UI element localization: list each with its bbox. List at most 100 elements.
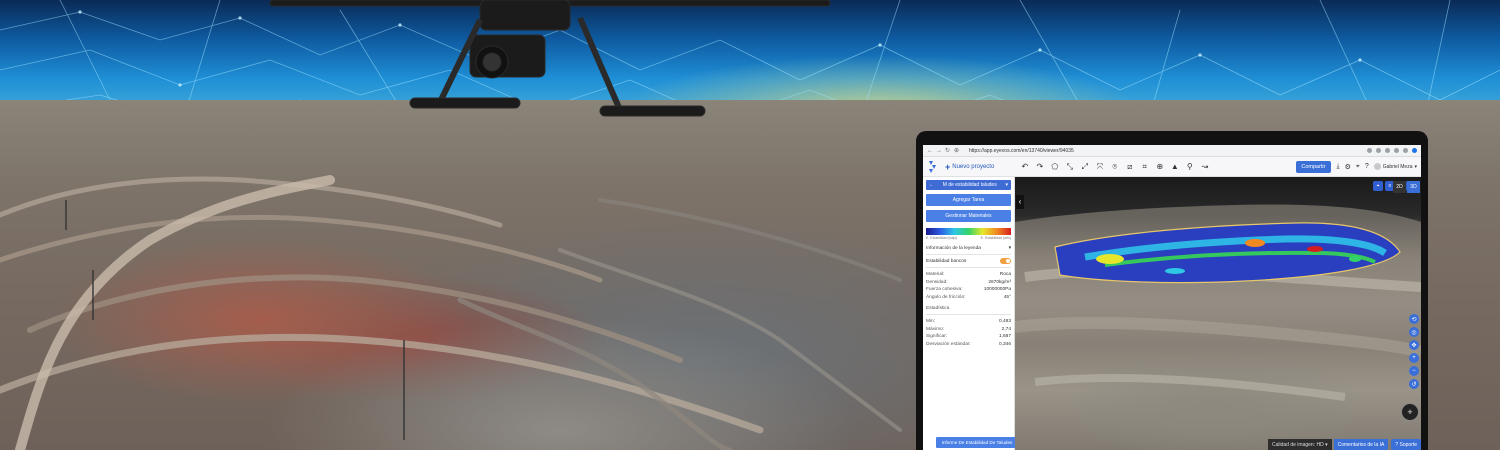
path-icon[interactable]: ↝: [1200, 162, 1209, 172]
viewport-bottom-bar: Calidad de imagen: HD ▾ Comentarios de l…: [1015, 439, 1421, 450]
reload-icon[interactable]: ↻: [945, 148, 951, 154]
side-panel: ← M de estabilidad taludes ▾ Agregar Tar…: [923, 177, 1018, 450]
new-project-label: Nuevo proyecto: [952, 163, 995, 170]
property-key: Fuerza cohesiva:: [926, 287, 963, 292]
scale-high-label: E. Estabilidad (alto): [980, 236, 1011, 240]
extension-icon[interactable]: [1394, 148, 1399, 153]
user-menu[interactable]: Gabriel Meza ▾: [1373, 163, 1417, 170]
ai-comments-button[interactable]: Comentarios de la IA: [1333, 439, 1389, 450]
new-project-button[interactable]: + Nuevo proyecto: [945, 162, 994, 172]
stat-key: Min:: [926, 319, 936, 324]
app-screen: ← → ↻ ⊕ https://app.eyevos.com/en/13740/…: [923, 145, 1421, 450]
chart-icon[interactable]: ⧄: [1125, 162, 1134, 172]
pentagon-icon[interactable]: ⬠: [1050, 162, 1059, 172]
stat-value: 0,346: [998, 341, 1011, 347]
extension-icon[interactable]: [1385, 148, 1390, 153]
stat-row: Significar: 1,687: [926, 333, 1011, 341]
layer-toggle-row: Estabilidad bancos: [926, 258, 1011, 264]
volume-icon[interactable]: ⤧: [1095, 162, 1104, 172]
stat-row: Min: 0,483: [926, 318, 1011, 326]
pit-model: [1015, 204, 1421, 450]
app-logo-icon: [929, 160, 936, 173]
3d-viewport[interactable]: ‹ ⌖ ≡ ◉ 2D 3D ⟲ ◎ ✥ + − ↺ ✛: [1015, 177, 1421, 450]
support-button[interactable]: ? Soporte: [1391, 439, 1421, 450]
expand-icon[interactable]: ⤡: [1065, 162, 1074, 172]
layer-visibility-toggle[interactable]: [1000, 258, 1011, 264]
location-icon[interactable]: ⌖: [1373, 181, 1383, 191]
stat-key: Significar:: [926, 334, 948, 339]
mode-2d-button[interactable]: 2D: [1393, 181, 1406, 193]
eye-icon[interactable]: ◎: [1409, 327, 1419, 337]
property-row: Ángulo de fricción: 45°: [926, 294, 1011, 302]
orbit-icon[interactable]: ⟲: [1409, 314, 1419, 324]
stat-value: 2,74: [1001, 326, 1011, 332]
property-key: Ángulo de fricción:: [926, 294, 966, 300]
redo-icon[interactable]: ↷: [1035, 162, 1044, 172]
legend-info-row[interactable]: Información de la leyenda ▾: [926, 246, 1011, 251]
view-mode-switch: 2D 3D: [1393, 181, 1420, 193]
add-task-button[interactable]: Agregar Tarea: [926, 194, 1011, 206]
crop-icon[interactable]: ⌗: [1140, 162, 1149, 172]
stat-value: 1,687: [998, 334, 1011, 339]
stat-key: Máximo:: [926, 326, 945, 332]
property-key: Densidad:: [926, 279, 948, 285]
extension-icon[interactable]: [1403, 148, 1408, 153]
tool-strip: ↶ ↷ ⬠ ⤡ ⤢ ⤧ ⌾ ⧄ ⌗ ⊕ ▲ ⚲ ↝: [1020, 162, 1209, 172]
user-name: Gabriel Meza: [1382, 163, 1413, 170]
layer-select[interactable]: ← M de estabilidad taludes ▾: [926, 180, 1011, 190]
settings-icon[interactable]: ⚙: [1345, 163, 1351, 171]
stats-title: Estadística: [926, 306, 950, 311]
profile-icon[interactable]: [1412, 148, 1417, 153]
stat-value: 0,483: [998, 319, 1011, 324]
stability-color-scale: [926, 228, 1011, 235]
plus-icon: +: [945, 161, 951, 172]
property-key: Material:: [926, 272, 945, 277]
pin-icon[interactable]: ⌾: [1110, 162, 1119, 172]
property-value: 10000000Pa: [983, 287, 1011, 292]
download-icon[interactable]: ⤓: [1337, 163, 1340, 171]
sensor-icon[interactable]: ⚲: [1185, 162, 1194, 172]
help-icon[interactable]: ?: [1365, 163, 1369, 170]
extension-icon[interactable]: [1376, 148, 1381, 153]
address-bar[interactable]: https://app.eyevos.com/en/13740/viewer/9…: [969, 148, 1074, 154]
app-toolbar: + Nuevo proyecto ↶ ↷ ⬠ ⤡ ⤢ ⤧ ⌾ ⧄ ⌗ ⊕ ▲ ⚲…: [923, 157, 1421, 177]
chevron-down-icon: ▾: [1414, 163, 1417, 170]
forward-arrow-icon[interactable]: →: [936, 148, 942, 154]
reset-view-icon[interactable]: ↺: [1409, 379, 1419, 389]
share-button[interactable]: Compartir: [1296, 160, 1331, 173]
divider: [926, 314, 1011, 315]
mode-3d-button[interactable]: 3D: [1407, 181, 1420, 193]
back-arrow-icon[interactable]: ←: [929, 182, 934, 188]
stability-report-button[interactable]: Informe De Estabilidad De Taludes: [936, 437, 1018, 448]
layer-name: M de estabilidad taludes: [942, 182, 997, 188]
move-icon[interactable]: ✥: [1409, 340, 1419, 350]
extension-icon[interactable]: [1367, 148, 1372, 153]
zoom-in-icon[interactable]: +: [1409, 353, 1419, 363]
stat-row: Desviación estándar: 0,346: [926, 341, 1011, 349]
stat-key: Desviación estándar:: [926, 341, 971, 347]
material-properties: Material: Roca Densidad: 2670kg/m³ Fuerza …: [926, 271, 1011, 301]
image-quality-label: Calidad de imagen: HD: [1272, 441, 1324, 448]
target-icon[interactable]: ⊕: [1155, 162, 1164, 172]
zoom-out-icon[interactable]: −: [1409, 366, 1419, 376]
collapse-panel-button[interactable]: ‹: [1016, 195, 1024, 209]
divider: [926, 254, 1011, 255]
app-body: ← M de estabilidad taludes ▾ Agregar Tar…: [923, 177, 1421, 450]
manage-materials-button[interactable]: Gestionar Materiales: [926, 210, 1011, 222]
location-icon[interactable]: ⌖: [1356, 163, 1360, 171]
property-value: 2670kg/m³: [988, 279, 1011, 285]
scale-low-label: E. Estabilidad (bajo): [926, 236, 958, 240]
help-icon: ?: [1395, 441, 1399, 448]
mountain-icon[interactable]: ▲: [1170, 162, 1179, 172]
property-row: Fuerza cohesiva: 10000000Pa: [926, 286, 1011, 294]
layer-toggle-label: Estabilidad bancos: [926, 258, 967, 264]
site-info-icon[interactable]: ⊕: [954, 148, 960, 154]
image-quality-select[interactable]: Calidad de imagen: HD ▾: [1268, 439, 1332, 450]
property-row: Material: Roca: [926, 271, 1011, 279]
toolbar-right: ⤓ ⚙ ⌖ ? Gabriel Meza ▾: [1337, 163, 1418, 171]
compass-icon[interactable]: ✛: [1401, 403, 1419, 421]
undo-icon[interactable]: ↶: [1020, 162, 1029, 172]
back-arrow-icon[interactable]: ←: [927, 148, 933, 154]
property-value: Roca: [999, 272, 1011, 277]
measure-icon[interactable]: ⤢: [1080, 162, 1089, 172]
